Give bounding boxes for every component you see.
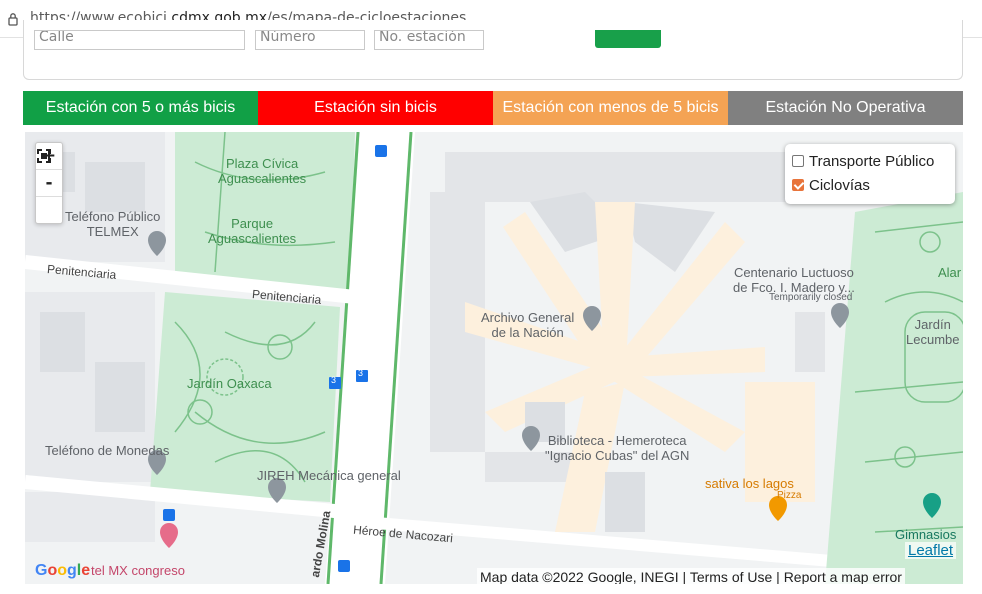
label-alameda: Alar <box>938 265 962 280</box>
layers-control: Transporte Público Ciclovías <box>785 144 955 204</box>
fullscreen-icon <box>37 149 51 163</box>
label-biblioteca: Biblioteca - Hemeroteca "Ignacio Cubas" d… <box>545 433 690 463</box>
label-parque-aguascalientes: Parque Aguascalientes <box>208 216 297 246</box>
label-pizza: Pizza <box>777 490 802 501</box>
legend-empty: Estación sin bicis <box>258 91 493 125</box>
leaflet-link[interactable]: Leaflet <box>905 542 957 559</box>
label-gimnasios: Gimnasios <box>895 527 957 542</box>
bike-lanes-checkbox[interactable] <box>792 179 804 191</box>
zoom-control: + - <box>35 142 63 224</box>
map-attribution[interactable]: Map data ©2022 Google, INEGI | Terms of … <box>477 568 905 584</box>
legend-low: Estación con menos de 5 bicis <box>493 91 728 125</box>
label-archivo-general: Archivo General de la Nación <box>481 310 575 340</box>
station-input[interactable]: No. estación <box>374 30 484 50</box>
bus-route-number: 3 <box>331 375 337 385</box>
search-form: Calle Número No. estación <box>23 20 963 80</box>
label-hotel: tel MX congreso <box>91 563 185 578</box>
label-sativa: sativa los lagos <box>705 476 794 491</box>
transport-checkbox[interactable] <box>792 155 804 167</box>
transport-label: Transporte Público <box>809 152 935 170</box>
stations-map[interactable]: Plaza Cívica Aguascalientes Parque Aguasca… <box>25 132 963 584</box>
label-telefono-telmex: Teléfono Público TELMEX <box>65 209 161 239</box>
label-centenario: Centenario Luctuoso de Fco. I. Madero y..… <box>733 265 855 295</box>
legend-inactive: Estación No Operativa <box>728 91 963 125</box>
layer-transport[interactable]: Transporte Público <box>792 151 934 171</box>
google-logo: Google <box>35 562 91 579</box>
fullscreen-button[interactable] <box>36 149 62 223</box>
legend-available: Estación con 5 o más bicis <box>23 91 258 125</box>
lock-icon <box>8 13 18 26</box>
label-jardin-lecumberri: Jardín Lecumbe <box>906 317 960 347</box>
station-legend: Estación con 5 o más bicis Estación sin … <box>23 91 963 125</box>
bus-route-number: 3 <box>358 368 364 378</box>
label-jardin-oaxaca: Jardín Oaxaca <box>187 376 272 391</box>
zoom-out-button[interactable]: - <box>36 170 62 197</box>
number-input[interactable]: Número <box>255 30 365 50</box>
label-plaza-civica: Plaza Cívica Aguascalientes <box>218 156 307 186</box>
search-button[interactable] <box>595 30 661 48</box>
label-temporarily-closed: Temporarily closed <box>769 292 853 303</box>
street-input[interactable]: Calle <box>34 30 245 50</box>
label-jireh: JIREH Mecánica general <box>257 468 401 483</box>
bike-lanes-label: Ciclovías <box>809 176 870 194</box>
label-telefono-monedas: Teléfono de Monedas <box>45 443 170 458</box>
layer-bike-lanes[interactable]: Ciclovías <box>792 175 870 195</box>
